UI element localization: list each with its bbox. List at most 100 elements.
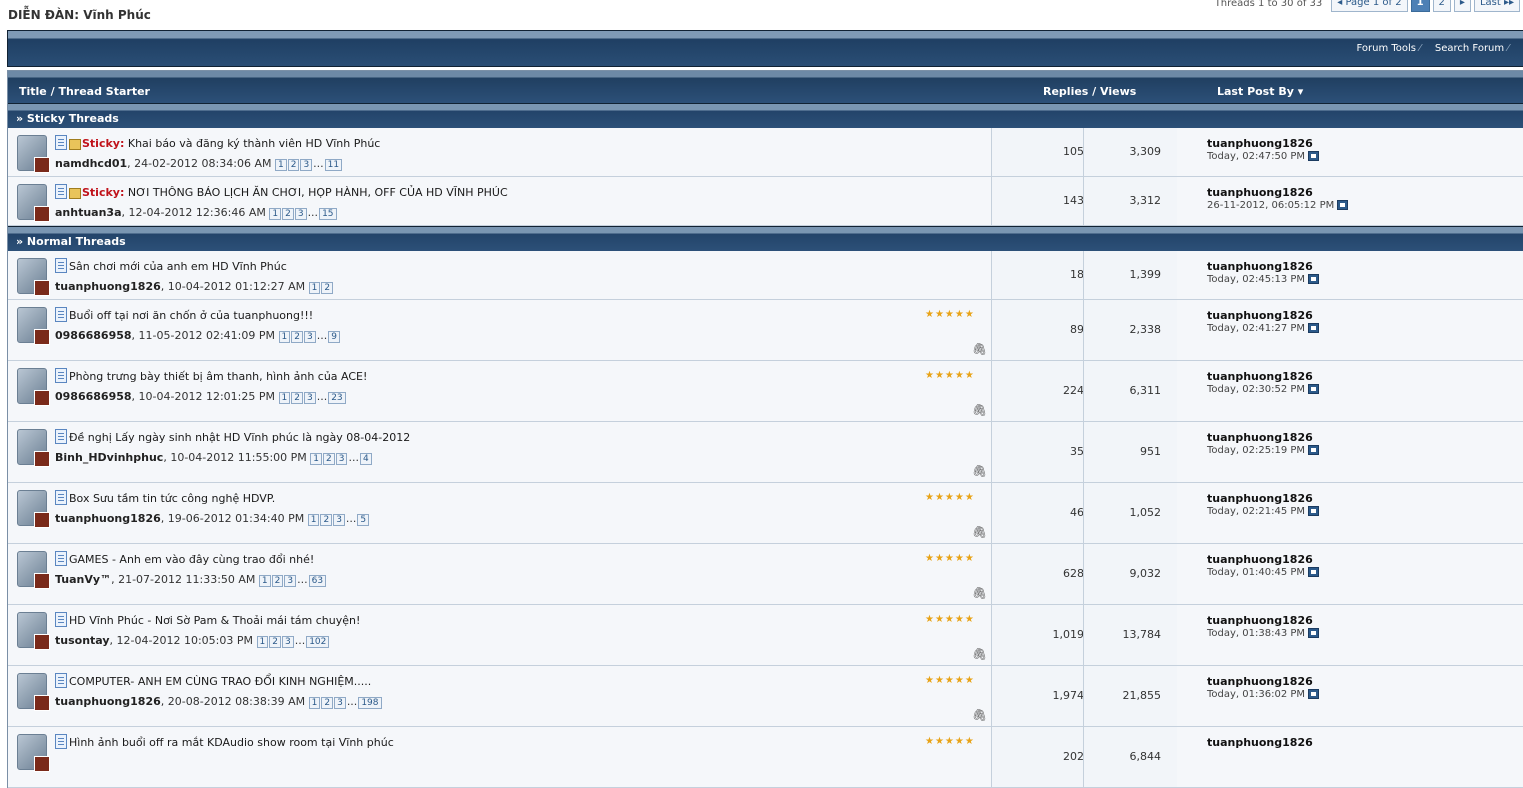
go-to-last-post-icon[interactable] (1308, 689, 1320, 699)
thread-page-link[interactable]: 1 (278, 392, 291, 404)
thread-last-page-link[interactable]: 4 (359, 453, 372, 465)
thread-title[interactable]: Đề nghị Lấy ngày sinh nhật HD Vĩnh phúc … (69, 431, 410, 444)
thread-title[interactable]: Sticky: NƠI THÔNG BÁO LỊCH ĂN CHƠI, HỌP … (82, 186, 508, 199)
thread-title-text[interactable]: Đề nghị Lấy ngày sinh nhật HD Vĩnh phúc … (69, 431, 410, 444)
thread-row[interactable]: Sticky: Khai báo và đăng ký thành viên H… (8, 128, 1523, 177)
thread-starter[interactable]: tuanphuong1826 (55, 280, 161, 293)
go-to-last-post-icon[interactable] (1308, 323, 1320, 333)
thread-title[interactable]: COMPUTER- ANH EM CÙNG TRAO ĐỔI KINH NGHI… (69, 675, 371, 688)
thread-last-page-link[interactable]: 9 (328, 331, 340, 343)
last-post-user[interactable]: tuanphuong1826 (1207, 186, 1313, 199)
go-to-last-post-icon[interactable] (1308, 274, 1320, 284)
thread-title-text[interactable]: COMPUTER- ANH EM CÙNG TRAO ĐỔI KINH NGHI… (69, 675, 371, 688)
page-1-button[interactable]: 1 (1410, 0, 1430, 12)
avatar[interactable] (17, 612, 50, 650)
avatar[interactable] (17, 673, 50, 711)
next-page-button[interactable]: ▸ (1453, 0, 1471, 12)
thread-page-link[interactable]: 1 (269, 208, 282, 220)
thread-page-link[interactable]: 2 (271, 575, 284, 587)
last-page-button[interactable]: Last ▸▸ (1473, 0, 1520, 12)
thread-page-link[interactable]: 3 (334, 697, 346, 709)
thread-last-page-link[interactable]: 23 (328, 392, 346, 404)
avatar[interactable] (17, 307, 50, 345)
thread-starter[interactable]: anhtuan3a (55, 206, 122, 219)
thread-title-text[interactable]: Phòng trưng bày thiết bị âm thanh, hình … (69, 370, 367, 383)
thread-starter[interactable]: tusontay (55, 634, 110, 647)
title-column-header[interactable]: Title / Thread Starter (19, 85, 150, 98)
thread-page-link[interactable]: 1 (274, 159, 287, 171)
avatar[interactable] (17, 429, 50, 467)
thread-row[interactable]: HD Vĩnh Phúc - Nơi Sờ Pam & Thoải mái tá… (8, 605, 1523, 666)
thread-title-text[interactable]: Sân chơi mới của anh em HD Vĩnh Phúc (69, 260, 287, 273)
thread-starter[interactable]: namdhcd01 (55, 157, 127, 170)
thread-row[interactable]: Box Sưu tầm tin tức công nghệ HDVP. tuanp… (8, 483, 1523, 544)
thread-page-link[interactable]: 3 (284, 575, 297, 587)
thread-row[interactable]: Đề nghị Lấy ngày sinh nhật HD Vĩnh phúc … (8, 422, 1523, 483)
thread-page-link[interactable]: 3 (303, 392, 316, 404)
thread-title-text[interactable]: Box Sưu tầm tin tức công nghệ HDVP. (69, 492, 275, 505)
thread-starter[interactable]: tuanphuong1826 (55, 512, 161, 525)
thread-page-link[interactable]: 2 (291, 392, 303, 404)
thread-title-text[interactable]: Khai báo và đăng ký thành viên HD Vĩnh P… (128, 137, 380, 150)
thread-row[interactable]: Sticky: NƠI THÔNG BÁO LỊCH ĂN CHƠI, HỌP … (8, 177, 1523, 226)
go-to-last-post-icon[interactable] (1308, 445, 1320, 455)
avatar[interactable] (17, 368, 50, 406)
thread-page-link[interactable]: 1 (256, 636, 269, 648)
forum-tools-menu[interactable]: Forum Tools (1357, 43, 1421, 54)
thread-page-link[interactable]: 1 (308, 282, 321, 294)
attachment-icon[interactable]: 🖇 (972, 525, 987, 539)
thread-starter[interactable]: tuanphuong1826 (55, 695, 161, 708)
attachment-icon[interactable]: 🖇 (972, 708, 987, 722)
replies-views-column-header[interactable]: Replies / Views (1043, 85, 1136, 98)
last-post-user[interactable]: tuanphuong1826 (1207, 614, 1313, 627)
thread-page-link[interactable]: 2 (282, 208, 294, 220)
attachment-icon[interactable]: 🖇 (972, 647, 987, 661)
thread-title[interactable]: Sân chơi mới của anh em HD Vĩnh Phúc (69, 260, 287, 273)
go-to-last-post-icon[interactable] (1308, 506, 1320, 516)
thread-page-link[interactable]: 1 (258, 575, 271, 587)
thread-page-link[interactable]: 3 (281, 636, 294, 648)
thread-title-text[interactable]: Hình ảnh buổi off ra mắt KDAudio show ro… (69, 736, 394, 749)
thread-starter[interactable]: 0986686958 (55, 329, 132, 342)
thread-page-link[interactable]: 1 (307, 514, 320, 526)
thread-row[interactable]: Phòng trưng bày thiết bị âm thanh, hình … (8, 361, 1523, 422)
thread-starter[interactable]: 0986686958 (55, 390, 132, 403)
last-post-user[interactable]: tuanphuong1826 (1207, 137, 1313, 150)
avatar[interactable] (17, 135, 50, 173)
thread-page-link[interactable]: 3 (333, 514, 345, 526)
avatar[interactable] (17, 184, 50, 222)
thread-last-page-link[interactable]: 102 (306, 636, 330, 648)
thread-title[interactable]: GAMES - Anh em vào đây cùng trao đổi nhé… (69, 553, 314, 566)
thread-page-link[interactable]: 2 (291, 331, 303, 343)
thread-row[interactable]: Sân chơi mới của anh em HD Vĩnh Phúc tuan… (8, 251, 1523, 300)
go-to-last-post-icon[interactable] (1337, 200, 1349, 210)
thread-last-page-link[interactable]: 15 (319, 208, 337, 220)
thread-last-page-link[interactable]: 5 (357, 514, 370, 526)
thread-page-link[interactable]: 1 (278, 331, 291, 343)
thread-starter[interactable]: TuanVy™ (55, 573, 111, 586)
thread-page-link[interactable]: 2 (287, 159, 300, 171)
last-post-user[interactable]: tuanphuong1826 (1207, 492, 1313, 505)
thread-page-link[interactable]: 2 (321, 282, 334, 294)
thread-title-text[interactable]: NƠI THÔNG BÁO LỊCH ĂN CHƠI, HỌP HÀNH, OF… (128, 186, 508, 199)
search-forum-menu[interactable]: Search Forum (1435, 43, 1509, 54)
thread-page-link[interactable]: 3 (303, 331, 316, 343)
thread-title[interactable]: Hình ảnh buổi off ra mắt KDAudio show ro… (69, 736, 394, 749)
last-post-user[interactable]: tuanphuong1826 (1207, 736, 1313, 749)
avatar[interactable] (17, 258, 50, 296)
attachment-icon[interactable]: 🖇 (972, 403, 987, 417)
thread-title[interactable]: HD Vĩnh Phúc - Nơi Sờ Pam & Thoải mái tá… (69, 614, 360, 627)
thread-title-text[interactable]: Buổi off tại nơi ăn chốn ở của tuanphuon… (69, 309, 313, 322)
thread-page-link[interactable]: 2 (321, 697, 334, 709)
last-post-user[interactable]: tuanphuong1826 (1207, 370, 1313, 383)
thread-row[interactable]: Buổi off tại nơi ăn chốn ở của tuanphuon… (8, 300, 1523, 361)
avatar[interactable] (17, 734, 50, 772)
thread-title[interactable]: Box Sưu tầm tin tức công nghệ HDVP. (69, 492, 275, 505)
last-post-user[interactable]: tuanphuong1826 (1207, 260, 1313, 273)
thread-title-text[interactable]: HD Vĩnh Phúc - Nơi Sờ Pam & Thoải mái tá… (69, 614, 360, 627)
thread-page-link[interactable]: 3 (294, 208, 307, 220)
go-to-last-post-icon[interactable] (1308, 151, 1320, 161)
attachment-icon[interactable]: 🖇 (972, 342, 987, 356)
thread-last-page-link[interactable]: 63 (308, 575, 327, 587)
last-post-column-header[interactable]: Last Post By ▾ (1217, 85, 1303, 98)
